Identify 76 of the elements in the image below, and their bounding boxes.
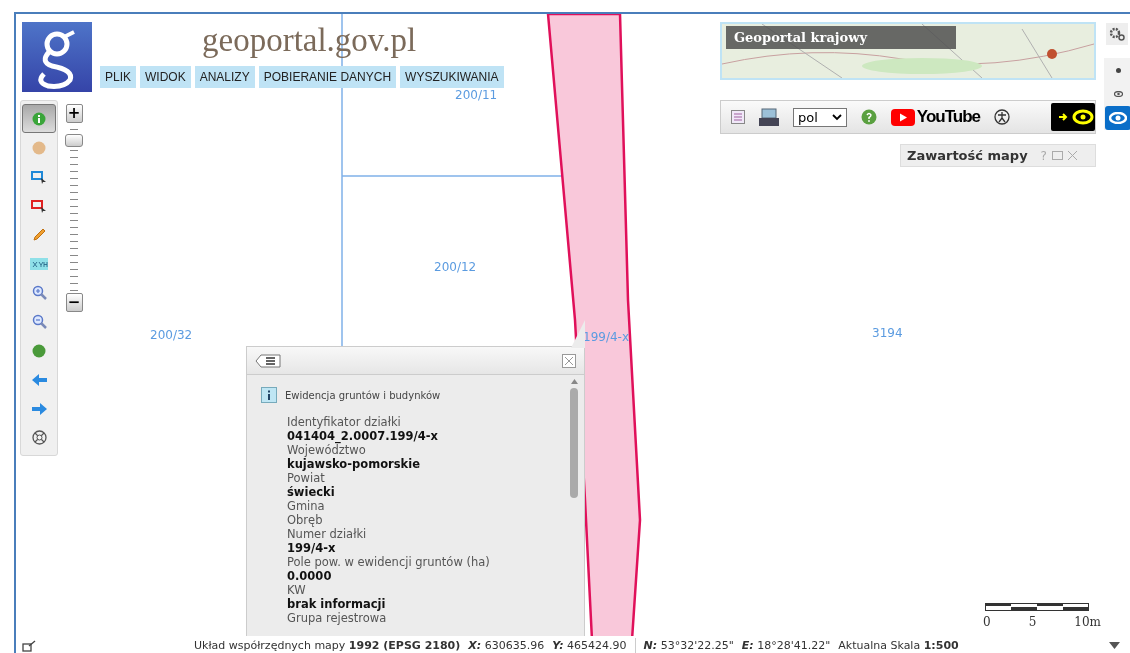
field-label: KW bbox=[287, 583, 306, 597]
tool-button[interactable] bbox=[22, 104, 56, 133]
zoom-in-button[interactable]: + bbox=[65, 104, 83, 123]
help-icon[interactable] bbox=[860, 109, 877, 125]
accessibility-icon[interactable] bbox=[994, 109, 1011, 125]
scale-label: 5 bbox=[1028, 615, 1037, 629]
hand-icon bbox=[32, 140, 46, 155]
close-button[interactable] bbox=[562, 353, 576, 368]
field-label: Obręb bbox=[287, 513, 323, 527]
list-back-button[interactable] bbox=[255, 353, 281, 368]
parcel-label: 200/12 bbox=[434, 260, 477, 274]
eye-icon bbox=[1113, 91, 1123, 97]
coordinate-value: E: 18°28'41.22" bbox=[741, 639, 831, 652]
dropdown-arrow-icon[interactable] bbox=[1109, 642, 1120, 649]
parcel-label: 200/32 bbox=[150, 328, 193, 342]
parcel-label: 199/4-x bbox=[583, 330, 629, 344]
scroll-up-icon[interactable] bbox=[570, 379, 578, 384]
resize-icon[interactable] bbox=[22, 639, 36, 652]
coordinate-value: Y: 465424.90 bbox=[552, 639, 627, 652]
field-label: Grupa rejestrowa bbox=[287, 611, 387, 625]
field-label: Numer działki bbox=[287, 527, 367, 541]
layer-name: Ewidencja gruntów i budynków bbox=[285, 389, 441, 401]
maximize-icon[interactable] bbox=[1052, 151, 1063, 160]
high-contrast-button[interactable] bbox=[1051, 103, 1095, 131]
info-icon bbox=[261, 387, 277, 403]
scale-label: 10m bbox=[1074, 615, 1101, 629]
field-value: świecki bbox=[287, 485, 335, 499]
pencil-icon bbox=[32, 227, 46, 242]
chevron-down-icon bbox=[831, 113, 842, 121]
menu-item[interactable]: ANALIZY bbox=[194, 66, 255, 88]
field-value: 199/4-x bbox=[287, 541, 336, 555]
menu-item[interactable]: PLIK bbox=[100, 66, 136, 88]
menu-item[interactable]: WIDOK bbox=[140, 66, 191, 88]
select-rectangle-icon bbox=[31, 169, 47, 184]
scale-label: 0 bbox=[983, 615, 991, 629]
full-extent-icon bbox=[31, 430, 47, 445]
arrow-right-icon bbox=[31, 402, 47, 415]
menu-item[interactable]: POBIERANIE DANYCH bbox=[258, 66, 397, 88]
field-value: brak informacji bbox=[287, 597, 386, 611]
zoom-out-button[interactable]: − bbox=[65, 293, 83, 312]
legend-icon[interactable] bbox=[731, 110, 745, 124]
parcel-label: 3194 bbox=[872, 326, 903, 340]
dot-icon bbox=[1115, 67, 1121, 73]
parcel-label: 200/11 bbox=[455, 88, 498, 102]
coordinate-value: X: 630635.96 bbox=[468, 639, 545, 652]
coordinate-system-text: Układ współrzędnych mapy 1992 (EPSG 2180) bbox=[194, 639, 461, 652]
coordinate-value: N: 53°32'22.25" bbox=[643, 639, 734, 652]
language-select[interactable]: pol bbox=[793, 107, 847, 127]
field-label: Gmina bbox=[287, 499, 325, 513]
field-label: Powiat bbox=[287, 471, 325, 485]
panel-title: Zawartość mapy bbox=[907, 148, 1028, 163]
zoom-slider-thumb[interactable] bbox=[65, 133, 83, 147]
overview-label: Geoportal krajowy bbox=[726, 26, 956, 49]
field-value: 0.0000 bbox=[287, 569, 332, 583]
globe-icon bbox=[32, 343, 46, 358]
youtube-link[interactable]: YouTube bbox=[890, 107, 981, 127]
geoportal-logo[interactable] bbox=[22, 22, 92, 92]
field-value: 041404_2.0007.199/4-x bbox=[287, 429, 438, 443]
view-mode-button[interactable] bbox=[1105, 106, 1130, 130]
eye-icon bbox=[1109, 112, 1127, 124]
close-icon[interactable] bbox=[1068, 151, 1077, 160]
info-icon bbox=[32, 111, 46, 126]
scale-text: Aktualna Skala 1:500 bbox=[838, 639, 959, 652]
field-label: Identyfikator działki bbox=[287, 415, 401, 429]
print-icon[interactable] bbox=[759, 108, 779, 126]
menu-item[interactable]: WYSZUKIWANIA bbox=[400, 66, 504, 88]
coordinates-icon bbox=[30, 257, 48, 270]
arrow-left-icon bbox=[31, 373, 47, 386]
field-label: Pole pow. w ewidencji gruntów (ha) bbox=[287, 555, 490, 569]
zoom-out-icon bbox=[31, 314, 47, 329]
zoom-in-icon bbox=[31, 285, 47, 300]
select-rectangle-icon bbox=[31, 198, 47, 213]
play-icon bbox=[890, 108, 915, 126]
overview-map[interactable]: Geoportal krajowy bbox=[720, 22, 1096, 80]
field-label: Województwo bbox=[287, 443, 366, 457]
field-value: kujawsko-pomorskie bbox=[287, 457, 420, 471]
